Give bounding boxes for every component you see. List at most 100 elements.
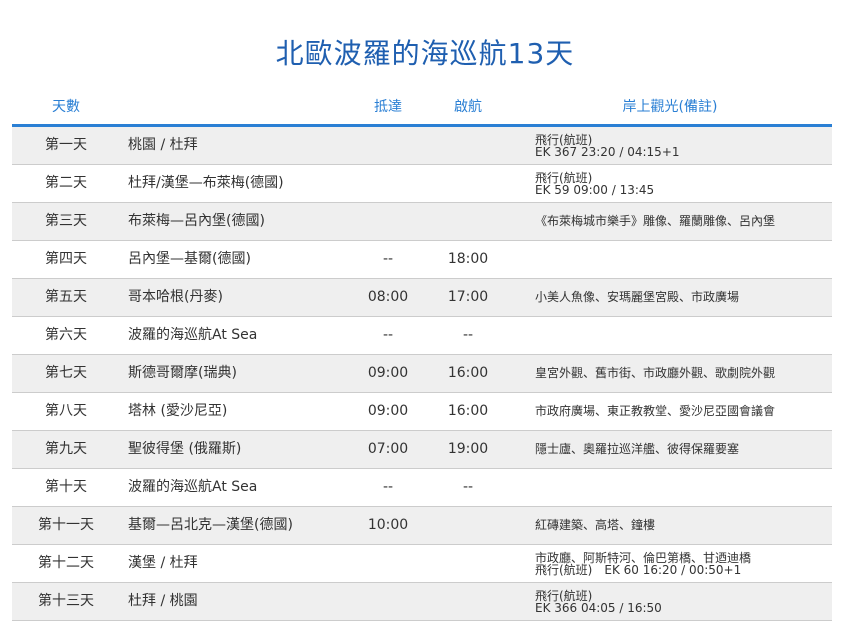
route-cell: 杜拜/漢堡—布萊梅(德國) (128, 175, 284, 191)
table-row: 第三天 布萊梅—呂內堡(德國) 《布萊梅城市樂手》雕像、羅蘭雕像、呂內堡 (12, 203, 832, 241)
table-row: 第十一天 基爾—呂北克—漢堡(德國) 10:00 紅磚建築、高塔、鐘樓 (12, 507, 832, 545)
route-cell: 桃園 / 杜拜 (128, 137, 198, 153)
table-row: 第二天 杜拜/漢堡—布萊梅(德國) 飛行(航班) EK 59 09:00 / 13:4… (12, 165, 832, 203)
tour-line: EK 366 04:05 / 16:50 (535, 600, 662, 615)
route-cell: 波羅的海巡航At Sea (128, 327, 258, 343)
arrive-cell: -- (382, 479, 394, 495)
depart-cell: 16:00 (447, 365, 489, 381)
column-header-tour: 岸上觀光(備註) (622, 99, 718, 115)
tour-line: 飛行(航班) (535, 170, 593, 185)
arrive-cell (358, 203, 418, 240)
arrive-cell (358, 583, 418, 620)
arrive-cell: 09:00 (367, 365, 409, 381)
route-cell: 布萊梅—呂內堡(德國) (128, 213, 265, 229)
arrive-cell: -- (382, 251, 394, 267)
arrive-cell: 08:00 (367, 289, 409, 305)
tour-line: 市政府廣場、東正教教堂、愛沙尼亞國會議會 (535, 404, 776, 418)
depart-cell (438, 203, 498, 240)
tour-line: 市政廳、阿斯特河、倫巴第橋、甘迺迪橋 (535, 550, 752, 565)
depart-cell (438, 165, 498, 202)
arrive-cell: 10:00 (367, 517, 409, 533)
table-row: 第十三天 杜拜 / 桃園 飛行(航班) EK 366 04:05 / 16:50 (12, 583, 832, 621)
depart-cell: 17:00 (447, 289, 489, 305)
tour-line: 飛行(航班) EK 60 16:20 / 00:50+1 (535, 562, 742, 577)
depart-cell (438, 583, 498, 620)
depart-cell: -- (462, 479, 474, 495)
arrive-cell: -- (382, 327, 394, 343)
arrive-cell: 09:00 (367, 403, 409, 419)
day-cell: 第十三天 (38, 593, 94, 609)
day-cell: 第五天 (45, 289, 87, 305)
route-cell: 波羅的海巡航At Sea (128, 479, 258, 495)
tour-line: EK 367 23:20 / 04:15+1 (535, 144, 680, 159)
table-row: 第四天 呂內堡—基爾(德國) -- 18:00 (12, 241, 832, 279)
column-header-day: 天數 (52, 99, 80, 115)
depart-cell: 16:00 (447, 403, 489, 419)
tour-line: 紅磚建築、高塔、鐘樓 (535, 518, 656, 532)
tour-line: 《布萊梅城市樂手》雕像、羅蘭雕像、呂內堡 (535, 214, 776, 228)
tour-line: EK 59 09:00 / 13:45 (535, 182, 655, 197)
day-cell: 第六天 (45, 327, 87, 343)
tour-line: 飛行(航班) (535, 132, 593, 147)
tour-line: 飛行(航班) (535, 588, 593, 603)
route-cell: 基爾—呂北克—漢堡(德國) (128, 517, 293, 533)
column-header-arrive: 抵達 (374, 99, 402, 115)
route-cell: 塔林 (愛沙尼亞) (128, 403, 228, 419)
tour-cell: 隱士廬、奧羅拉巡洋艦、彼得保羅要塞 (535, 431, 835, 468)
table-row: 第一天 桃園 / 杜拜 飛行(航班) EK 367 23:20 / 04:15+1 (12, 127, 832, 165)
route-cell: 聖彼得堡 (俄羅斯) (128, 441, 242, 457)
tour-cell: 小美人魚像、安瑪麗堡宮殿、市政廣場 (535, 279, 835, 316)
route-cell: 哥本哈根(丹麥) (128, 289, 223, 305)
route-cell: 斯德哥爾摩(瑞典) (128, 365, 237, 381)
depart-cell (438, 545, 498, 582)
depart-cell: 18:00 (447, 251, 489, 267)
depart-cell: 19:00 (447, 441, 489, 457)
itinerary-table: 天數 抵達 啟航 岸上觀光(備註) 第一天 桃園 / 杜拜 飛行(航班) EK 367… (12, 90, 832, 621)
arrive-cell (358, 545, 418, 582)
tour-cell: 市政廳、阿斯特河、倫巴第橋、甘迺迪橋 飛行(航班) EK 60 16:20 / 0… (535, 545, 835, 582)
table-row: 第七天 斯德哥爾摩(瑞典) 09:00 16:00 皇宮外觀、舊市街、市政廳外觀、歌劇院… (12, 355, 832, 393)
day-cell: 第九天 (45, 441, 87, 457)
day-cell: 第二天 (45, 175, 87, 191)
tour-cell: 紅磚建築、高塔、鐘樓 (535, 507, 835, 544)
tour-cell (535, 317, 835, 354)
route-cell: 呂內堡—基爾(德國) (128, 251, 251, 267)
arrive-cell (358, 127, 418, 164)
arrive-cell (358, 165, 418, 202)
arrive-cell: 07:00 (367, 441, 409, 457)
tour-cell: 飛行(航班) EK 366 04:05 / 16:50 (535, 583, 835, 620)
tour-line: 皇宮外觀、舊市街、市政廳外觀、歌劇院外觀 (535, 366, 776, 380)
table-row: 第九天 聖彼得堡 (俄羅斯) 07:00 19:00 隱士廬、奧羅拉巡洋艦、彼得保羅要塞 (12, 431, 832, 469)
page-title: 北歐波羅的海巡航13天 (275, 37, 575, 70)
day-cell: 第七天 (45, 365, 87, 381)
day-cell: 第八天 (45, 403, 87, 419)
tour-cell (535, 241, 835, 278)
tour-cell (535, 469, 835, 506)
route-cell: 杜拜 / 桃園 (128, 593, 198, 609)
day-cell: 第四天 (45, 251, 87, 267)
table-row: 第六天 波羅的海巡航At Sea -- -- (12, 317, 832, 355)
depart-cell: -- (462, 327, 474, 343)
table-body: 第一天 桃園 / 杜拜 飛行(航班) EK 367 23:20 / 04:15+1 第二… (12, 127, 832, 621)
table-row: 第十二天 漢堡 / 杜拜 市政廳、阿斯特河、倫巴第橋、甘迺迪橋 飛行(航班) EK 6… (12, 545, 832, 583)
day-cell: 第十一天 (38, 517, 94, 533)
table-row: 第十天 波羅的海巡航At Sea -- -- (12, 469, 832, 507)
depart-cell (438, 127, 498, 164)
tour-cell: 飛行(航班) EK 367 23:20 / 04:15+1 (535, 127, 835, 164)
table-header: 天數 抵達 啟航 岸上觀光(備註) (12, 90, 832, 127)
depart-cell (438, 507, 498, 544)
day-cell: 第一天 (45, 137, 87, 153)
route-cell: 漢堡 / 杜拜 (128, 555, 198, 571)
day-cell: 第十二天 (38, 555, 94, 571)
table-row: 第八天 塔林 (愛沙尼亞) 09:00 16:00 市政府廣場、東正教教堂、愛沙尼亞國會… (12, 393, 832, 431)
day-cell: 第十天 (45, 479, 87, 495)
table-row: 第五天 哥本哈根(丹麥) 08:00 17:00 小美人魚像、安瑪麗堡宮殿、市政廣場 (12, 279, 832, 317)
tour-cell: 飛行(航班) EK 59 09:00 / 13:45 (535, 165, 835, 202)
column-header-depart: 啟航 (454, 99, 482, 115)
tour-cell: 皇宮外觀、舊市街、市政廳外觀、歌劇院外觀 (535, 355, 835, 392)
day-cell: 第三天 (45, 213, 87, 229)
tour-cell: 市政府廣場、東正教教堂、愛沙尼亞國會議會 (535, 393, 835, 430)
tour-line: 隱士廬、奧羅拉巡洋艦、彼得保羅要塞 (535, 442, 740, 456)
tour-line: 小美人魚像、安瑪麗堡宮殿、市政廣場 (535, 290, 740, 304)
tour-cell: 《布萊梅城市樂手》雕像、羅蘭雕像、呂內堡 (535, 203, 835, 240)
